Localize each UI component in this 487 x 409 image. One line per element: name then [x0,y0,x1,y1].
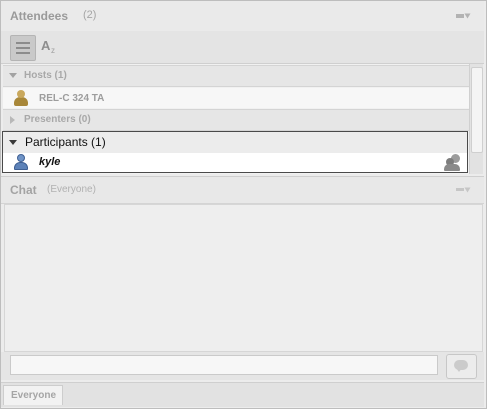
section-participants[interactable]: Participants (1) [2,131,468,154]
attendees-count: (2) [83,9,97,21]
attendees-toolbar: Az [1,31,484,64]
section-hosts-label: Hosts (1) [24,70,67,81]
chat-scope: (Everyone) [47,184,96,195]
collapse-arrow-icon [10,116,15,124]
participant-user-icon [13,154,29,170]
attendee-name: REL-C 324 TA [39,93,105,104]
host-user-icon [13,90,29,106]
change-role-icon[interactable] [444,154,462,171]
section-presenters[interactable]: Presenters (0) [3,109,469,131]
chat-pod-header: Chat (Everyone) [1,176,484,204]
list-view-icon[interactable] [10,35,36,61]
attendee-name: kyle [39,156,61,168]
scrollbar-thumb[interactable] [471,67,483,153]
tab-everyone[interactable]: Everyone [3,385,63,405]
expand-arrow-icon [9,73,17,78]
chat-input-row [1,352,484,380]
section-presenters-label: Presenters (0) [24,114,91,125]
list-item[interactable]: REL-C 324 TA [3,88,469,108]
sort-alpha-icon[interactable]: Az [37,35,61,59]
tab-label: Everyone [11,390,57,401]
send-message-button[interactable] [446,354,477,379]
attendees-title: Attendees [10,9,69,23]
chat-messages-area [4,204,483,352]
section-hosts[interactable]: Hosts (1) [3,65,469,87]
chat-tabs: Everyone [1,382,484,407]
list-item[interactable]: kyle [2,153,468,173]
pod-options-menu-icon[interactable] [456,184,474,196]
chat-message-input[interactable] [10,355,438,375]
attendee-list-scrollbar[interactable] [469,64,483,174]
attendees-pod-header: Attendees (2) [1,1,484,32]
expand-arrow-icon [9,140,17,145]
chat-title: Chat [10,183,37,197]
section-participants-label: Participants (1) [25,135,106,149]
pod-options-menu-icon[interactable] [456,9,474,23]
